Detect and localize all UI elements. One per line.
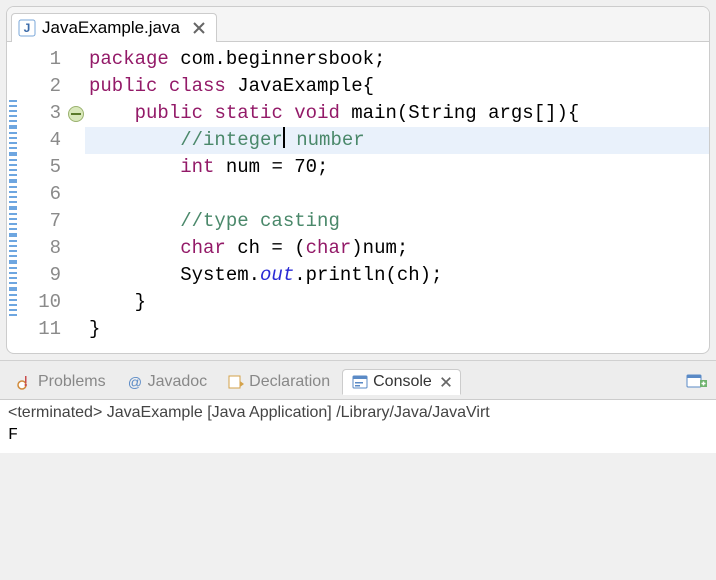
line-number: 7: [19, 208, 63, 235]
javadoc-icon: @: [126, 373, 144, 391]
code-line[interactable]: public static void main(String args[]){: [85, 100, 709, 127]
views-tab-bar: Problems @ Javadoc Declaration Console: [0, 360, 716, 399]
code-line[interactable]: //integer number: [85, 127, 709, 154]
java-file-icon: J: [18, 19, 36, 37]
fold-toggle-icon[interactable]: [68, 106, 84, 122]
svg-text:J: J: [24, 21, 31, 35]
code-line[interactable]: System.out.println(ch);: [85, 262, 709, 289]
open-console-toolbar-button[interactable]: [686, 372, 708, 392]
code-line[interactable]: package com.beginnersbook;: [85, 46, 709, 73]
console-output[interactable]: F: [8, 424, 708, 445]
editor-pane: J JavaExample.java 1234567891011 package…: [6, 6, 710, 354]
line-number: 10: [19, 289, 63, 316]
code-line[interactable]: int num = 70;: [85, 154, 709, 181]
editor-tab-label: JavaExample.java: [42, 18, 180, 38]
view-tab-console[interactable]: Console: [342, 369, 461, 395]
line-number: 3: [19, 100, 63, 127]
view-tab-label: Console: [373, 373, 432, 391]
close-icon[interactable]: [440, 376, 452, 388]
code-line[interactable]: }: [85, 289, 709, 316]
problems-icon: [16, 373, 34, 391]
view-tab-label: Problems: [38, 373, 106, 391]
code-line[interactable]: }: [85, 316, 709, 343]
declaration-icon: [227, 373, 245, 391]
view-tab-label: Javadoc: [148, 373, 208, 391]
editor-tab-bar: J JavaExample.java: [7, 7, 709, 42]
line-number: 6: [19, 181, 63, 208]
close-icon[interactable]: [192, 21, 206, 35]
line-number-gutter: 1234567891011: [19, 46, 67, 343]
editor-tab[interactable]: J JavaExample.java: [11, 13, 217, 42]
line-number: 11: [19, 316, 63, 343]
console-process-label: <terminated> JavaExample [Java Applicati…: [8, 404, 708, 424]
line-number: 2: [19, 73, 63, 100]
line-number: 8: [19, 235, 63, 262]
view-tab-label: Declaration: [249, 373, 330, 391]
view-tab-declaration[interactable]: Declaration: [219, 370, 338, 394]
console-icon: [351, 373, 369, 391]
code-line[interactable]: char ch = (char)num;: [85, 235, 709, 262]
code-line[interactable]: [85, 181, 709, 208]
fold-ruler: [67, 46, 85, 343]
view-tab-problems[interactable]: Problems: [8, 370, 114, 394]
code-line[interactable]: //type casting: [85, 208, 709, 235]
code-content[interactable]: package com.beginnersbook;public class J…: [85, 46, 709, 343]
line-number: 9: [19, 262, 63, 289]
line-number: 5: [19, 154, 63, 181]
svg-text:@: @: [127, 374, 141, 390]
line-number: 4: [19, 127, 63, 154]
view-tab-javadoc[interactable]: @ Javadoc: [118, 370, 216, 394]
line-number: 1: [19, 46, 63, 73]
code-line[interactable]: public class JavaExample{: [85, 73, 709, 100]
code-editor[interactable]: 1234567891011 package com.beginnersbook;…: [7, 42, 709, 353]
marker-ruler: [7, 46, 19, 343]
console-view: <terminated> JavaExample [Java Applicati…: [0, 399, 716, 453]
